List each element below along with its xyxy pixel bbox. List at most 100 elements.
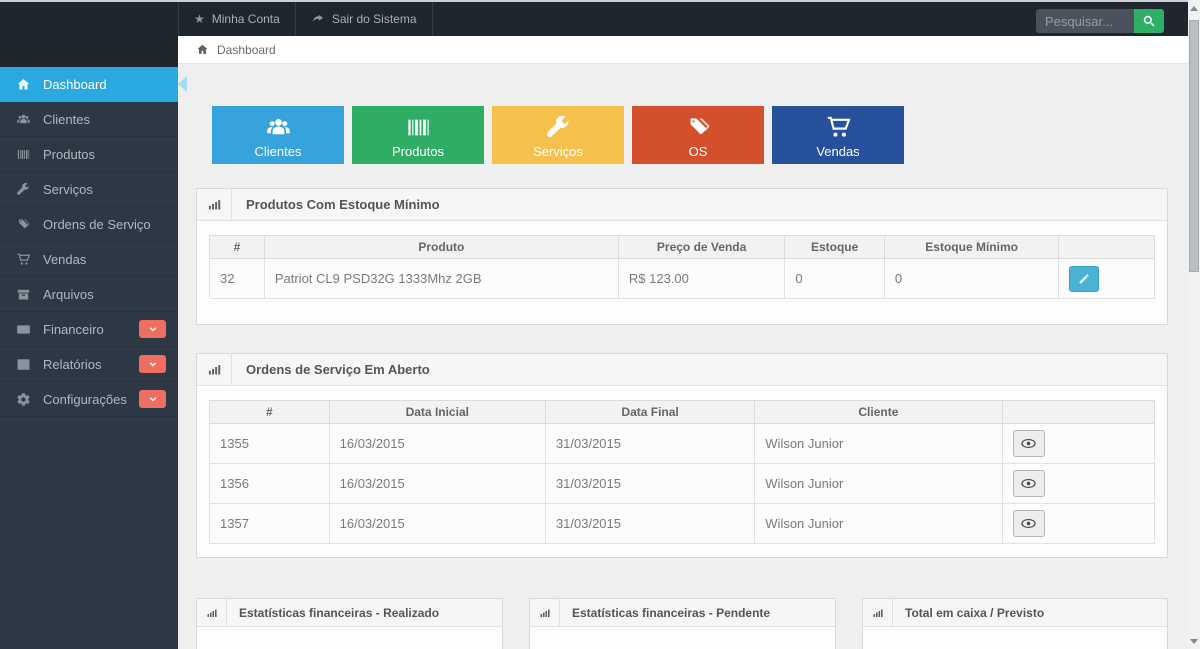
- shortcut-os[interactable]: OS: [632, 106, 764, 164]
- panel-low-stock: Produtos Com Estoque Mínimo # Produto Pr…: [196, 188, 1168, 325]
- menu-sair-label: Sair do Sistema: [332, 12, 417, 26]
- col-estoque: Estoque: [785, 236, 885, 259]
- bar-chart-icon: [197, 354, 232, 385]
- cell-estoque: 0: [785, 259, 885, 299]
- panel-title: Estatísticas financeiras - Pendente: [560, 606, 770, 620]
- cell-data-final: 31/03/2015: [545, 464, 754, 504]
- panel-title: Estatísticas financeiras - Realizado: [227, 606, 439, 620]
- submenu-toggle-badge[interactable]: [139, 355, 166, 373]
- barcode-icon: [405, 114, 432, 141]
- panel-open-orders: Ordens de Serviço Em Aberto # Data Inici…: [196, 353, 1168, 558]
- sidebar-item-configuracoes[interactable]: Configurações: [0, 382, 178, 417]
- col-actions: [1002, 401, 1155, 424]
- shortcut-label: Serviços: [533, 144, 583, 159]
- dashboard-screen: ★ Minha Conta Sair do Sistema: [0, 0, 1200, 649]
- col-data-inicial: Data Inicial: [329, 401, 545, 424]
- sidebar-label: Dashboard: [43, 77, 107, 92]
- breadcrumb-dashboard[interactable]: Dashboard: [217, 43, 276, 57]
- cell-actions: [1002, 424, 1155, 464]
- sidebar-logo-area: [0, 36, 178, 67]
- sidebar-item-vendas[interactable]: Vendas: [0, 242, 178, 277]
- edit-button[interactable]: [1069, 266, 1099, 292]
- panel-header: Produtos Com Estoque Mínimo: [197, 189, 1167, 221]
- tags-icon: [685, 114, 712, 141]
- submenu-toggle-badge[interactable]: [139, 320, 166, 338]
- cell-preco: R$ 123.00: [618, 259, 784, 299]
- archive-icon: [13, 287, 33, 302]
- vertical-scrollbar[interactable]: [1188, 0, 1200, 649]
- menu-sair-do-sistema[interactable]: Sair do Sistema: [296, 2, 433, 36]
- shortcut-vendas[interactable]: Vendas: [772, 106, 904, 164]
- cell-id: 32: [210, 259, 265, 299]
- sidebar-label: Relatórios: [43, 357, 102, 372]
- sidebar-label: Ordens de Serviço: [43, 217, 151, 232]
- search-button[interactable]: [1134, 9, 1164, 33]
- sidebar-item-servicos[interactable]: Serviços: [0, 172, 178, 207]
- col-estoque-minimo: Estoque Mínimo: [884, 236, 1058, 259]
- col-id: #: [210, 401, 330, 424]
- shortcut-label: Produtos: [392, 144, 444, 159]
- search-icon: [1142, 14, 1156, 28]
- sidebar-label: Configurações: [43, 392, 127, 407]
- cell-actions: [1059, 259, 1155, 299]
- panel-total-caixa: Total em caixa / Previsto: [862, 598, 1168, 649]
- menu-minha-conta[interactable]: ★ Minha Conta: [178, 2, 296, 36]
- scroll-up-arrow-icon[interactable]: [1190, 6, 1198, 11]
- eye-icon: [1020, 475, 1037, 492]
- home-icon: [196, 43, 209, 56]
- sidebar-item-relatorios[interactable]: Relatórios: [0, 347, 178, 382]
- scroll-down-arrow-icon[interactable]: [1190, 639, 1198, 644]
- scrollbar-thumb[interactable]: [1189, 20, 1199, 272]
- sidebar-label: Clientes: [43, 112, 90, 127]
- shortcut-produtos[interactable]: Produtos: [352, 106, 484, 164]
- panel-title: Ordens de Serviço Em Aberto: [232, 362, 430, 377]
- cell-data-inicial: 16/03/2015: [329, 464, 545, 504]
- view-button[interactable]: [1013, 510, 1045, 537]
- low-stock-table: # Produto Preço de Venda Estoque Estoque…: [209, 235, 1155, 299]
- view-button[interactable]: [1013, 470, 1045, 497]
- active-item-arrow: [178, 76, 187, 92]
- bar-chart-icon: [197, 599, 227, 626]
- col-cliente: Cliente: [755, 401, 1002, 424]
- chevron-down-icon: [147, 358, 159, 370]
- sidebar-label: Produtos: [43, 147, 95, 162]
- search-input[interactable]: [1036, 9, 1134, 33]
- shortcut-label: Clientes: [255, 144, 302, 159]
- sidebar-item-financeiro[interactable]: Financeiro: [0, 312, 178, 347]
- shortcut-label: OS: [689, 144, 708, 159]
- cart-icon: [13, 252, 33, 267]
- shortcut-label: Vendas: [816, 144, 859, 159]
- sidebar-label: Arquivos: [43, 287, 94, 302]
- pencil-icon: [1077, 272, 1091, 286]
- cell-data-final: 31/03/2015: [545, 424, 754, 464]
- report-icon: [13, 357, 33, 372]
- sidebar-item-produtos[interactable]: Produtos: [0, 137, 178, 172]
- sidebar-label: Financeiro: [43, 322, 104, 337]
- cell-estoque-minimo: 0: [884, 259, 1058, 299]
- shortcut-servicos[interactable]: Serviços: [492, 106, 624, 164]
- col-data-final: Data Final: [545, 401, 754, 424]
- bar-chart-icon: [863, 599, 893, 626]
- panel-header: Estatísticas financeiras - Realizado: [197, 599, 502, 627]
- topbar: ★ Minha Conta Sair do Sistema: [0, 2, 1188, 36]
- cell-id: 1356: [210, 464, 330, 504]
- cell-data-inicial: 16/03/2015: [329, 424, 545, 464]
- topbar-menu: ★ Minha Conta Sair do Sistema: [178, 2, 433, 36]
- panel-finance-realizado: Estatísticas financeiras - Realizado: [196, 598, 503, 649]
- shortcut-clientes[interactable]: Clientes: [212, 106, 344, 164]
- sidebar-item-ordens-de-servico[interactable]: Ordens de Serviço: [0, 207, 178, 242]
- menu-minha-conta-label: Minha Conta: [212, 12, 280, 26]
- sidebar-item-dashboard[interactable]: Dashboard: [0, 67, 178, 102]
- col-id: #: [210, 236, 265, 259]
- eye-icon: [1020, 435, 1037, 452]
- panel-title: Produtos Com Estoque Mínimo: [232, 197, 440, 212]
- submenu-toggle-badge[interactable]: [139, 390, 166, 408]
- sidebar-item-clientes[interactable]: Clientes: [0, 102, 178, 137]
- cell-data-inicial: 16/03/2015: [329, 504, 545, 544]
- sidebar-label: Serviços: [43, 182, 93, 197]
- cell-id: 1355: [210, 424, 330, 464]
- panel-title: Total em caixa / Previsto: [893, 606, 1044, 620]
- view-button[interactable]: [1013, 430, 1045, 457]
- sidebar-item-arquivos[interactable]: Arquivos: [0, 277, 178, 312]
- panel-header: Total em caixa / Previsto: [863, 599, 1167, 627]
